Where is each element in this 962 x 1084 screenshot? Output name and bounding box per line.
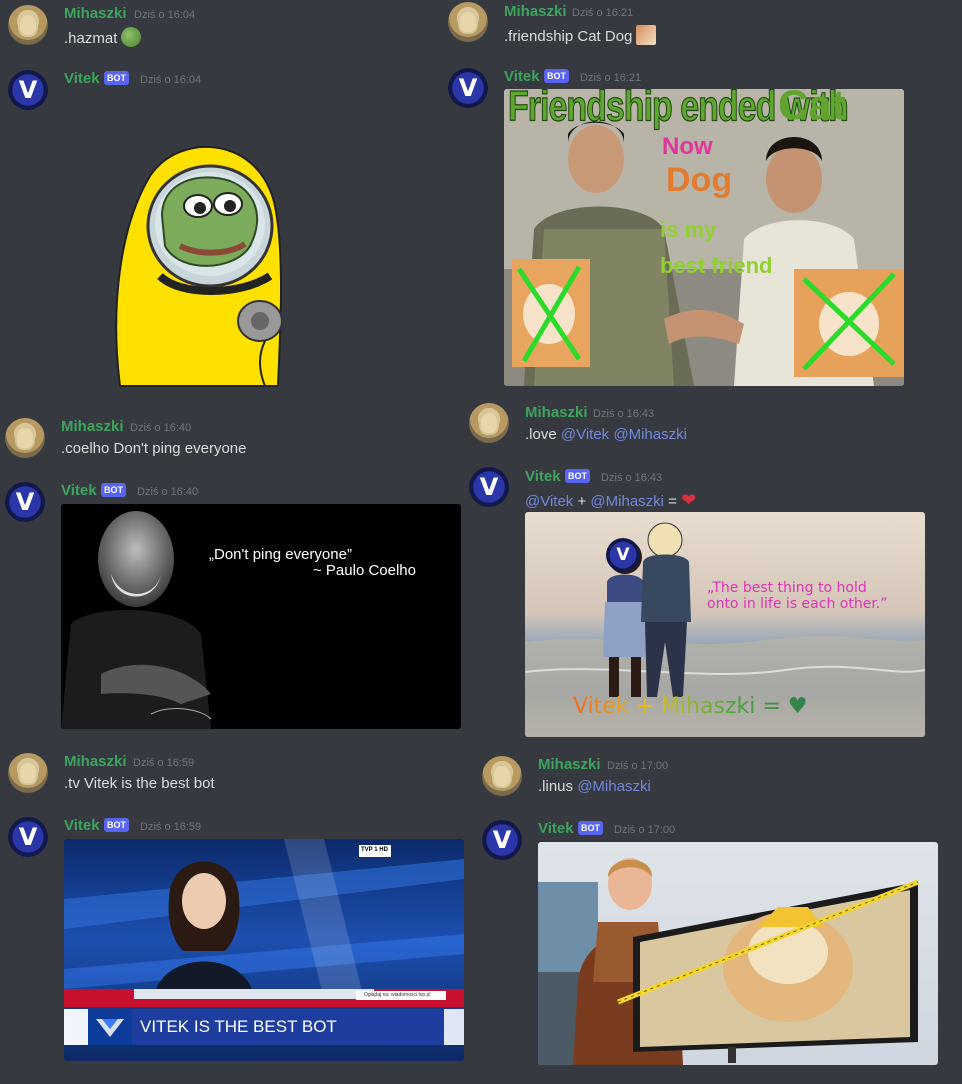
bot-avatar[interactable]: V: [469, 467, 509, 507]
timestamp: Dziś o 16:40: [137, 486, 199, 498]
bot-tag: BOT: [101, 483, 126, 497]
bot-avatar[interactable]: V: [448, 68, 488, 108]
bot-tag: BOT: [104, 71, 129, 85]
love-quote-line2: onto in life is each other.”: [707, 596, 888, 612]
message-content: .linus: [538, 778, 574, 795]
timestamp: Dziś o 16:59: [133, 757, 195, 769]
timestamp: Dziś o 16:43: [601, 472, 663, 484]
author-name[interactable]: Mihaszki: [504, 3, 567, 20]
love-bottom-text: Vitek + Mihaszki = ♥: [573, 694, 808, 719]
bot-avatar[interactable]: V: [8, 70, 48, 110]
coelho-quote: „Don't ping everyone”: [209, 546, 352, 563]
cat-dog-emoji-icon: [636, 25, 657, 45]
timestamp: Dziś o 16:21: [580, 72, 642, 84]
message-content: .friendship Cat Dog: [504, 28, 633, 45]
hazmat-image[interactable]: [100, 136, 286, 392]
linus-tv-image[interactable]: [538, 842, 938, 1065]
tv-headline: VITEK IS THE BEST BOT: [140, 1017, 337, 1036]
user-avatar[interactable]: [8, 753, 48, 793]
author-name[interactable]: Vitek: [64, 817, 100, 834]
author-name[interactable]: Vitek: [525, 468, 561, 485]
bot-tag: BOT: [565, 469, 590, 483]
author-name[interactable]: Mihaszki: [538, 756, 601, 773]
author-name[interactable]: Vitek: [504, 68, 540, 85]
timestamp: Dziś o 16:59: [140, 821, 202, 833]
author-name[interactable]: Mihaszki: [64, 753, 127, 770]
bot-avatar[interactable]: V: [482, 820, 522, 860]
message-text: .friendship Cat Dog: [504, 25, 657, 45]
user-avatar[interactable]: [482, 756, 522, 796]
message-text: .hazmat: [64, 27, 142, 47]
vitek-bubble-avatar: V: [606, 538, 640, 572]
author-name[interactable]: Vitek: [61, 482, 97, 499]
love-image[interactable]: V „The best thing to hold onto in life i…: [525, 512, 925, 737]
user-avatar[interactable]: [8, 5, 48, 45]
friendship-image[interactable]: Friendship ended with Cat Now Dog is my …: [504, 89, 904, 386]
coelho-quote-image[interactable]: „Don't ping everyone” ~ Paulo Coelho: [61, 504, 461, 729]
bot-avatar[interactable]: V: [5, 482, 45, 522]
author-name[interactable]: Mihaszki: [61, 418, 124, 435]
message-text: .coelho Don't ping everyone: [61, 440, 247, 457]
message-text: .linus @Mihaszki: [538, 778, 651, 795]
author-name[interactable]: Mihaszki: [525, 404, 588, 421]
timestamp: Dziś o 16:43: [593, 408, 655, 420]
timestamp: Dziś o 16:04: [140, 74, 202, 86]
timestamp: Dziś o 16:04: [134, 9, 196, 21]
bot-tag: BOT: [578, 821, 603, 835]
mention-vitek[interactable]: @Vitek: [525, 493, 573, 510]
tvp-logo-icon: [88, 1009, 132, 1045]
coelho-attribution: ~ Paulo Coelho: [313, 562, 416, 579]
timestamp: Dziś o 16:21: [572, 7, 634, 19]
bot-avatar[interactable]: V: [8, 817, 48, 857]
timestamp: Dziś o 16:40: [130, 422, 192, 434]
message-text: @Vitek + @Mihaszki = ❤: [525, 490, 696, 511]
mention-vitek[interactable]: @Vitek: [561, 426, 609, 443]
mention-mihaszki[interactable]: @Mihaszki: [590, 493, 664, 510]
user-avatar[interactable]: [469, 403, 509, 443]
author-name[interactable]: Vitek: [538, 820, 574, 837]
equals-sign: =: [668, 493, 677, 510]
timestamp: Dziś o 17:00: [607, 760, 669, 772]
love-quote: „The best thing to hold onto in life is …: [707, 580, 888, 612]
heart-emoji-icon: ❤: [681, 490, 697, 510]
friendship-is-my: is my: [660, 217, 717, 242]
author-name[interactable]: Mihaszki: [64, 5, 127, 22]
timestamp: Dziś o 17:00: [614, 824, 676, 836]
friendship-cat: Cat: [778, 89, 846, 128]
plus-sign: +: [577, 493, 587, 510]
message-text: .tv Vitek is the best bot: [64, 775, 215, 792]
message-content: .love: [525, 426, 557, 443]
mention-mihaszki[interactable]: @Mihaszki: [577, 778, 651, 795]
tv-ticker: Oglądaj na: wiadomosci.tvp.pl: [364, 992, 431, 998]
mention-mihaszki[interactable]: @Mihaszki: [613, 426, 687, 443]
author-name[interactable]: Vitek: [64, 70, 100, 87]
bot-tag: BOT: [104, 818, 129, 832]
friendship-now: Now: [662, 133, 713, 160]
tv-news-image[interactable]: Oglądaj na: wiadomosci.tvp.pl TVP 1 HD V…: [64, 839, 464, 1061]
friendship-dog: Dog: [666, 161, 733, 199]
friendship-best-friend: best friend: [660, 253, 773, 278]
love-quote-line1: „The best thing to hold: [707, 580, 867, 596]
tv-channel: TVP 1 HD: [361, 847, 388, 853]
message-content: .hazmat: [64, 30, 118, 47]
user-avatar[interactable]: [5, 418, 45, 458]
pepe-emoji-icon: [121, 27, 142, 47]
message-text: .love @Vitek @Mihaszki: [525, 426, 687, 443]
bot-tag: BOT: [544, 69, 569, 83]
user-avatar[interactable]: [448, 2, 488, 42]
